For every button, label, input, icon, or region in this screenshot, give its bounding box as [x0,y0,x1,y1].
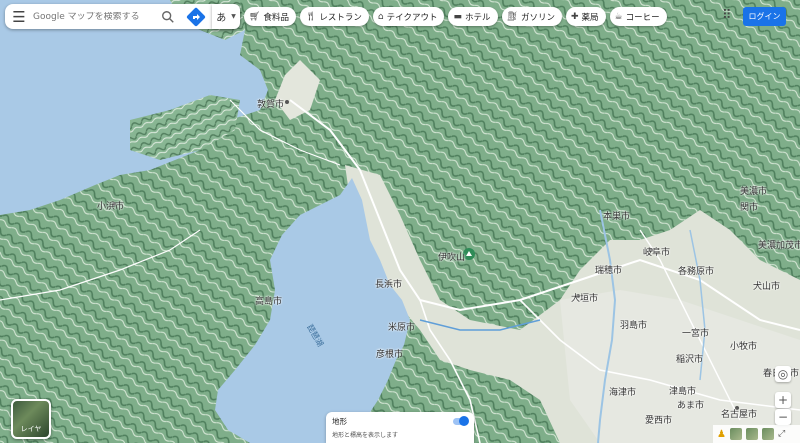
ime-label: あ [216,13,227,24]
apps-grid-icon[interactable]: ⠿ [722,8,732,23]
hotel-icon: ▬ [453,11,462,22]
city-label: 羽島市 [620,321,648,331]
city-label: 長浜市 [375,280,403,290]
chip-gas[interactable]: ⛽︎ ガソリン [501,7,562,26]
cart-icon: 🛒︎ [249,11,261,22]
toggle-knob [459,416,469,426]
city-label: 一宮市 [682,329,710,339]
takeout-icon: ⌂ [377,11,384,22]
city-label: 犬山市 [753,282,781,292]
ime-indicator[interactable]: あ ▼ [212,4,240,29]
restaurant-icon: 🍴︎ [304,11,317,22]
terrain-toggle[interactable] [453,416,469,426]
zoom-out-button[interactable]: − [775,409,791,425]
city-label: 海津市 [609,388,637,398]
peak-label: 伊吹山 [438,253,466,263]
pharmacy-icon: ✚ [570,11,579,22]
city-label: 高島市 [255,297,283,307]
terrain-map[interactable] [0,0,800,443]
city-label: 関市 [740,203,759,213]
layers-button[interactable]: レイヤ [11,399,51,439]
city-label: 瑞穂市 [595,266,623,276]
category-chips: 🛒︎ 食料品 🍴︎ レストラン ⌂ テイクアウト ▬ ホテル ⛽︎ ガソリン ✚ 薬局 ☕︎… [244,7,667,26]
layers-label: レイヤ [20,425,42,433]
chevron-down-icon: ▼ [231,13,236,20]
chip-restaurants[interactable]: 🍴︎ レストラン [299,7,369,26]
city-label: 岐阜市 [643,248,671,258]
pegman-icon[interactable]: ♟ [717,429,726,440]
menu-icon[interactable]: ☰ [5,8,33,26]
search-input[interactable] [33,11,153,22]
chip-coffee[interactable]: ☕︎ コーヒー [609,7,667,26]
city-label: 美濃市 [740,187,768,197]
expand-icon[interactable]: ⤢ [778,429,785,439]
city-label: 米原市 [388,323,416,333]
terrain-subtitle: 地形と標高を表示します [332,432,399,439]
city-label: 愛西市 [645,416,673,426]
directions-icon[interactable] [185,6,207,28]
chip-groceries[interactable]: 🛒︎ 食料品 [244,7,296,26]
imagery-thumb[interactable] [745,428,758,440]
zoom-in-button[interactable]: + [775,392,791,408]
chip-pharmacy[interactable]: ✚ 薬局 [565,7,606,26]
city-label: 彦根市 [376,350,404,360]
city-label: 大垣市 [571,294,599,304]
gas-icon: ⛽︎ [506,11,518,22]
imagery-thumb[interactable] [729,428,742,440]
chip-hotels[interactable]: ▬ ホテル [448,7,498,26]
terrain-title: 地形 [332,417,347,426]
city-label: 名古屋市 [721,410,758,420]
imagery-thumb[interactable] [761,428,774,440]
terrain-info-card: 地形 地形と標高を表示します [326,412,474,443]
login-button[interactable]: ログイン [743,7,786,26]
city-label: 美濃加茂市 [758,241,800,251]
city-label: 小浜市 [97,202,125,212]
chip-takeout[interactable]: ⌂ テイクアウト [372,7,445,26]
bottom-toolbar: ♟ ⤢ [713,425,800,443]
city-label: 津島市 [669,387,697,397]
city-label: 小牧市 [730,342,758,352]
city-label: あま市 [677,401,705,411]
city-label: 敦賀市 [257,100,285,110]
coffee-icon: ☕︎ [614,11,623,22]
city-label: 本巣市 [603,212,631,222]
search-icon[interactable] [159,10,177,24]
city-label: 各務原市 [678,267,715,277]
my-location-icon[interactable]: ◎ [775,366,791,382]
city-label: 稲沢市 [676,355,704,365]
search-box[interactable]: ☰ [5,4,240,29]
